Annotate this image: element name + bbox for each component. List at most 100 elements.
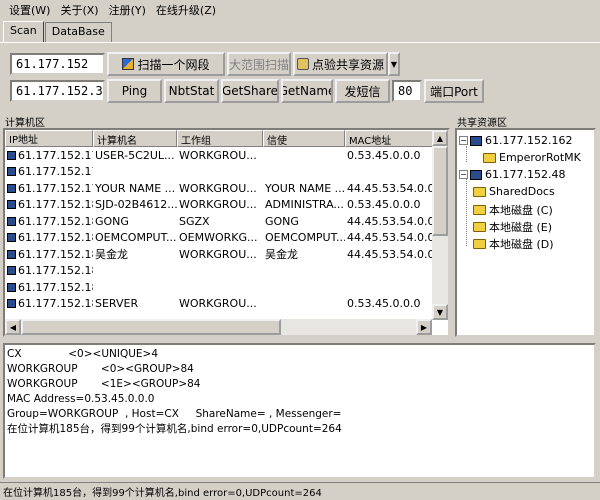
column-mac[interactable]: MAC地址 bbox=[345, 130, 433, 147]
tree-share-label: EmperorRotMK bbox=[499, 151, 581, 164]
table-row[interactable]: 61.177.152.187 bbox=[5, 279, 448, 296]
tab-scan[interactable]: Scan bbox=[3, 21, 44, 42]
computer-icon bbox=[7, 183, 16, 193]
menu-settings[interactable]: 设置(W) bbox=[4, 2, 55, 18]
cell-mac: 44.45.53.54.0.0 bbox=[347, 181, 433, 195]
cell-ip: 61.177.152.187 bbox=[5, 281, 93, 294]
computer-list[interactable]: IP地址 计算机名 工作组 信使 MAC地址 61.177.152.175USE… bbox=[3, 128, 450, 337]
tree-share-label: 本地磁盘 (C) bbox=[489, 204, 553, 217]
cell-ip-text: 61.177.152.180 bbox=[18, 198, 93, 212]
check-share-dropdown[interactable]: ▼ bbox=[388, 52, 400, 76]
ping-button[interactable]: Ping bbox=[107, 79, 162, 103]
cell-ip-text: 61.177.152.179 bbox=[18, 181, 93, 195]
tree-host-2[interactable]: − 61.177.152.48 bbox=[459, 168, 565, 181]
cell-ip-text: 61.177.152.181 bbox=[18, 214, 93, 228]
check-share-label: 点验共享资源 bbox=[311, 57, 384, 72]
horizontal-scroll-thumb[interactable] bbox=[21, 319, 281, 335]
cell-ip-text: 61.177.152.184 bbox=[18, 247, 93, 261]
table-row[interactable]: 61.177.152.184吴金龙WORKGROU...吴金龙44.45.53.… bbox=[5, 246, 448, 263]
computer-icon bbox=[7, 200, 16, 210]
port-button[interactable]: 端口Port bbox=[424, 79, 484, 103]
column-workgroup[interactable]: 工作组 bbox=[177, 130, 263, 147]
collapse-icon[interactable]: − bbox=[459, 136, 468, 145]
table-row[interactable]: 61.177.152.182OEMCOMPUT...OEMWORKG...OEM… bbox=[5, 230, 448, 247]
column-computer-name[interactable]: 计算机名 bbox=[93, 130, 177, 147]
scan-segment-button[interactable]: 扫描一个网段 bbox=[107, 52, 225, 76]
horizontal-scrollbar[interactable]: ◀ ▶ bbox=[5, 319, 432, 335]
scan-icon bbox=[122, 58, 135, 70]
status-bar: 在位计算机185台，得到99个计算机名,bind error=0,UDPcoun… bbox=[0, 482, 600, 500]
cell-ip: 61.177.152.181 bbox=[5, 215, 93, 228]
cell-ip-text: 61.177.152.175 bbox=[18, 148, 93, 162]
table-row[interactable]: 61.177.152.179YOUR NAME ...WORKGROU...YO… bbox=[5, 180, 448, 197]
tree-host-1[interactable]: − 61.177.152.162 bbox=[459, 134, 572, 147]
computer-icon bbox=[7, 167, 16, 177]
scroll-down-button[interactable]: ▼ bbox=[432, 304, 448, 320]
check-share-button[interactable]: 点验共享资源 bbox=[293, 52, 388, 76]
table-row[interactable]: 61.177.152.188SERVER WORKGROU... 0.53.45.0… bbox=[5, 296, 448, 313]
vertical-scrollbar[interactable]: ▲ ▼ bbox=[432, 130, 448, 320]
collapse-icon[interactable]: − bbox=[459, 170, 468, 179]
folder-icon bbox=[473, 222, 486, 232]
scroll-up-button[interactable]: ▲ bbox=[432, 130, 448, 146]
cell-ip: 61.177.152.179 bbox=[5, 182, 93, 195]
cell-mac: 0.53.45.0.0.0 bbox=[347, 297, 421, 311]
computer-icon bbox=[7, 299, 16, 309]
table-row[interactable]: 61.177.152.181GONGSGZXGONG44.45.53.54.0.… bbox=[5, 213, 448, 230]
cell-computer-name: SJD-02B4612... bbox=[95, 198, 177, 212]
column-ip[interactable]: IP地址 bbox=[5, 130, 93, 147]
tree-share-label: SharedDocs bbox=[489, 185, 555, 198]
menu-online-upgrade[interactable]: 在线升级(Z) bbox=[151, 2, 221, 18]
cell-ip: 61.177.152.175 bbox=[5, 149, 93, 162]
scan-segment-label: 扫描一个网段 bbox=[137, 57, 210, 72]
cell-ip: 61.177.152.186 bbox=[5, 264, 93, 277]
ip-start-input[interactable]: 61.177.152 bbox=[10, 53, 105, 75]
tree-connector bbox=[466, 146, 467, 162]
tree-share-item[interactable]: SharedDocs bbox=[473, 185, 555, 198]
cell-computer-name: SERVER bbox=[95, 297, 139, 311]
computer-icon bbox=[7, 282, 16, 292]
scroll-left-button[interactable]: ◀ bbox=[5, 319, 21, 335]
cell-ip: 61.177.152.184 bbox=[5, 248, 93, 261]
computer-icon bbox=[470, 169, 482, 180]
getname-button[interactable]: GetName bbox=[281, 79, 333, 103]
scroll-right-button[interactable]: ▶ bbox=[416, 319, 432, 335]
cell-workgroup: WORKGROU... bbox=[179, 148, 257, 162]
cell-mac: 44.45.53.54.0.0 bbox=[347, 231, 433, 245]
send-message-button[interactable]: 发短信 bbox=[335, 79, 390, 103]
wide-scan-button[interactable]: 大范围扫描 bbox=[227, 52, 291, 76]
table-row[interactable]: 61.177.152.186 bbox=[5, 263, 448, 280]
log-line: MAC Address=0.53.45.0.0.0 bbox=[7, 393, 155, 405]
tab-divider bbox=[0, 42, 600, 43]
cell-messenger: YOUR NAME ... bbox=[265, 181, 345, 195]
column-messenger[interactable]: 信使 bbox=[263, 130, 345, 147]
cell-workgroup: WORKGROU... bbox=[179, 297, 257, 311]
ip-target-input[interactable]: 61.177.152.34 bbox=[10, 80, 105, 102]
share-tree[interactable]: − 61.177.152.162 EmperorRotMK − 61.177.1… bbox=[455, 128, 596, 337]
table-row[interactable]: 61.177.152.178 bbox=[5, 164, 448, 181]
tree-share-label: 本地磁盘 (E) bbox=[489, 221, 553, 234]
getshare-button[interactable]: GetShare bbox=[221, 79, 279, 103]
log-output[interactable]: CX <0><UNIQUE>4 WORKGROUP <0><GROUP>84 W… bbox=[3, 343, 596, 479]
tree-share-item[interactable]: 本地磁盘 (D) bbox=[473, 236, 554, 252]
tab-strip: Scan DataBase bbox=[3, 21, 113, 42]
cell-mac: 0.53.45.0.0.0 bbox=[347, 148, 421, 162]
menu-about[interactable]: 关于(X) bbox=[55, 2, 103, 18]
cell-computer-name: 吴金龙 bbox=[95, 248, 128, 262]
vertical-scroll-thumb[interactable] bbox=[432, 146, 448, 236]
menu-register[interactable]: 注册(Y) bbox=[104, 2, 151, 18]
tree-share-item[interactable]: 本地磁盘 (E) bbox=[473, 219, 552, 235]
nbtstat-button[interactable]: NbtStat bbox=[164, 79, 219, 103]
folder-icon bbox=[483, 152, 496, 163]
cell-mac: 44.45.53.54.0.0 bbox=[347, 214, 433, 228]
table-row[interactable]: 61.177.152.180SJD-02B4612...WORKGROU... A… bbox=[5, 197, 448, 214]
computer-icon bbox=[7, 150, 16, 160]
tab-database[interactable]: DataBase bbox=[44, 22, 112, 42]
table-row[interactable]: 61.177.152.175USER-5C2UL... WORKGROU... 0.… bbox=[5, 147, 448, 164]
list-header: IP地址 计算机名 工作组 信使 MAC地址 bbox=[5, 130, 448, 147]
tree-share-item[interactable]: EmperorRotMK bbox=[483, 151, 581, 164]
folder-icon bbox=[473, 239, 486, 249]
tree-share-item[interactable]: 本地磁盘 (C) bbox=[473, 202, 553, 218]
port-input[interactable]: 80 bbox=[392, 80, 422, 102]
list-body: 61.177.152.175USER-5C2UL... WORKGROU... 0.… bbox=[5, 147, 448, 312]
